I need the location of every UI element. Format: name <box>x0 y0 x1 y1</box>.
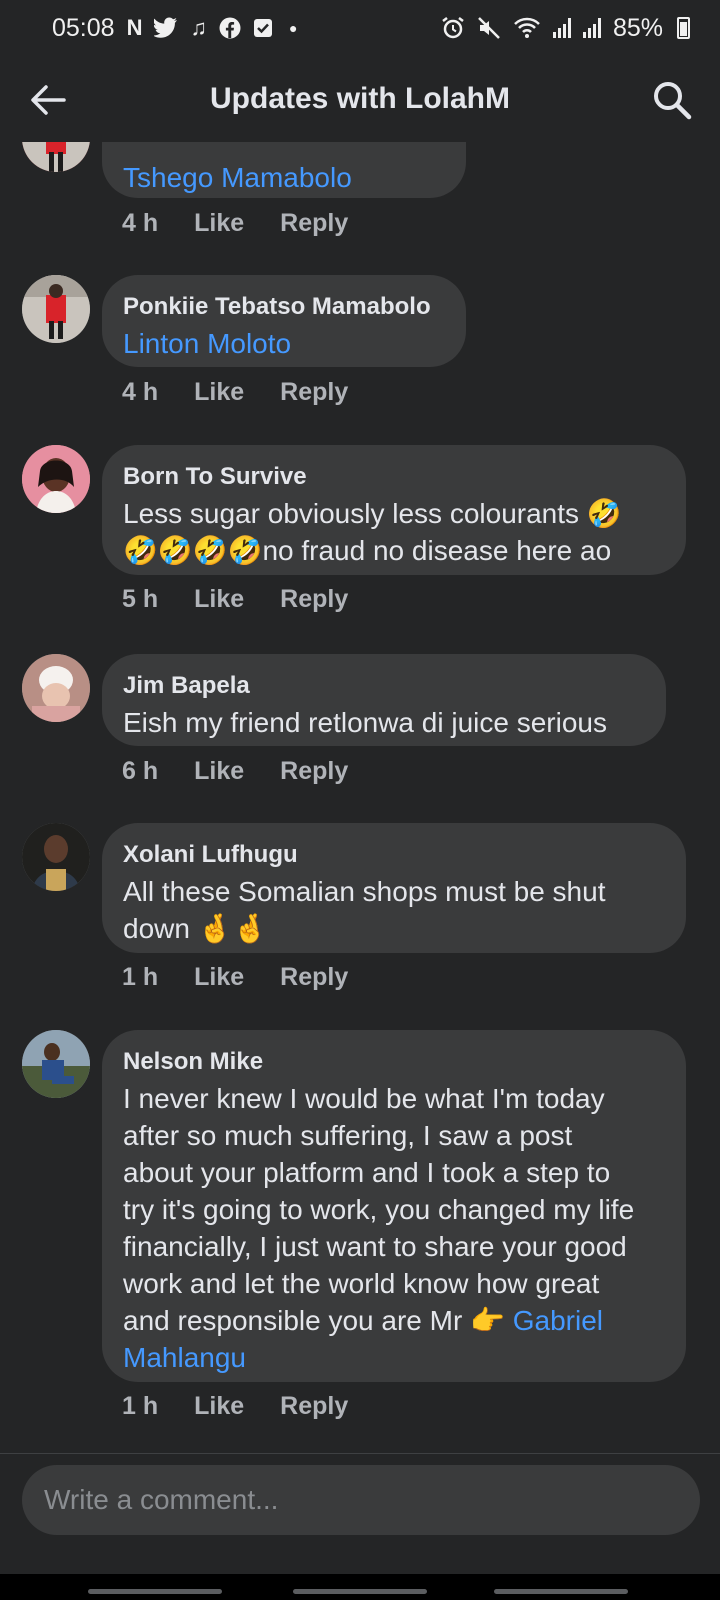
comment-text: Eish my friend retlonwa di juice serious <box>123 707 607 738</box>
battery-icon <box>677 17 690 39</box>
comment-time: 1 h <box>122 1392 159 1420</box>
comment-bubble[interactable]: Jim Bapela Eish my friend retlonwa di ju… <box>102 654 666 746</box>
back-button[interactable] <box>494 1589 628 1594</box>
comment-text: I never knew I would be what I'm today <box>123 1083 605 1114</box>
like-button[interactable]: Like <box>194 209 244 238</box>
mute-icon <box>478 17 500 39</box>
signal-icon <box>552 18 571 38</box>
comment-meta: 5 h Like Reply <box>122 585 348 614</box>
comment-text: about your platform and I took a step to <box>123 1157 611 1188</box>
comment-item: Jim Bapela Eish my friend retlonwa di ju… <box>0 654 720 804</box>
avatar[interactable] <box>22 445 90 513</box>
comment-bubble[interactable]: Tshego Mamabolo <box>102 142 466 198</box>
signal-icon <box>582 18 601 38</box>
status-bar: 05:08 N ♫ ● 85% <box>0 0 720 56</box>
mention-link[interactable]: Linton Moloto <box>123 328 291 359</box>
comment-item: Xolani Lufhugu All these Somalian shops … <box>0 823 720 1013</box>
n-icon: N <box>126 15 143 40</box>
comment-text: All these Somalian shops must be shut <box>123 876 606 907</box>
comment-time: 4 h <box>122 209 159 237</box>
comment-time: 1 h <box>122 963 159 991</box>
comment-bubble[interactable]: Born To Survive Less sugar obviously les… <box>102 445 686 575</box>
comment-time: 4 h <box>122 378 159 406</box>
header-bar: Updates with LolahM <box>0 56 720 142</box>
comment-item: Ponkiie Tebatso Mamabolo Linton Moloto 4… <box>0 275 720 425</box>
comment-text: financially, I just want to share your g… <box>123 1231 627 1262</box>
twitter-icon <box>154 17 178 38</box>
status-left: 05:08 N ♫ ● <box>52 14 297 43</box>
comment-bubble[interactable]: Nelson Mike I never knew I would be what… <box>102 1030 686 1382</box>
dot-icon: ● <box>288 20 298 36</box>
comment-meta: 4 h Like Reply <box>122 378 348 407</box>
reply-button[interactable]: Reply <box>280 1392 348 1421</box>
comment-meta: 1 h Like Reply <box>122 1392 348 1421</box>
recent-apps-button[interactable] <box>88 1589 222 1594</box>
comment-item: Nelson Mike I never knew I would be what… <box>0 1030 720 1450</box>
comment-text: and responsible you are Mr 👉 <box>123 1305 513 1336</box>
like-button[interactable]: Like <box>194 1392 244 1421</box>
comment-bubble[interactable]: Xolani Lufhugu All these Somalian shops … <box>102 823 686 953</box>
comment-text: 🤣🤣🤣🤣no fraud no disease here ao <box>123 535 612 566</box>
reply-button[interactable]: Reply <box>280 209 348 238</box>
avatar[interactable] <box>22 275 90 343</box>
like-button[interactable]: Like <box>194 585 244 614</box>
status-time: 05:08 <box>52 13 115 42</box>
comment-author[interactable]: Ponkiie Tebatso Mamabolo <box>123 289 446 325</box>
comment-item: Born To Survive Less sugar obviously les… <box>0 445 720 635</box>
facebook-icon <box>219 17 241 39</box>
comment-time: 5 h <box>122 585 159 613</box>
comment-composer <box>0 1453 720 1600</box>
comment-list: Tshego Mamabolo 4 h Like Reply Ponkiie T… <box>0 142 720 1482</box>
comment-author[interactable]: Xolani Lufhugu <box>123 837 666 873</box>
comment-input[interactable] <box>22 1465 700 1535</box>
back-arrow-icon[interactable] <box>26 78 70 122</box>
comment-text: try it's going to work, you changed my l… <box>123 1194 635 1225</box>
comment-meta: 1 h Like Reply <box>122 963 348 992</box>
comment-text: down 🤞🤞 <box>123 913 268 944</box>
avatar[interactable] <box>22 1030 90 1098</box>
reply-button[interactable]: Reply <box>280 378 348 407</box>
navigation-bar <box>0 1574 720 1600</box>
like-button[interactable]: Like <box>194 378 244 407</box>
like-button[interactable]: Like <box>194 963 244 992</box>
comment-meta: 6 h Like Reply <box>122 757 348 786</box>
status-right: 85% <box>441 14 690 43</box>
avatar[interactable] <box>22 823 90 891</box>
like-button[interactable]: Like <box>194 757 244 786</box>
comment-author[interactable]: Born To Survive <box>123 459 666 495</box>
mention-link[interactable]: Tshego Mamabolo <box>123 162 352 193</box>
comment-item: Tshego Mamabolo 4 h Like Reply <box>0 142 720 252</box>
alarm-icon <box>442 17 464 39</box>
search-icon[interactable] <box>650 78 694 122</box>
avatar[interactable] <box>22 654 90 722</box>
avatar[interactable] <box>22 142 90 172</box>
comments-screen: 05:08 N ♫ ● 85% Updates with LolahM Tshe… <box>0 0 720 1600</box>
comment-bubble[interactable]: Ponkiie Tebatso Mamabolo Linton Moloto <box>102 275 466 367</box>
comment-author[interactable]: Nelson Mike <box>123 1044 666 1080</box>
comment-author[interactable]: Jim Bapela <box>123 668 646 704</box>
reply-button[interactable]: Reply <box>280 757 348 786</box>
reply-button[interactable]: Reply <box>280 585 348 614</box>
notification-icon: ♫ <box>190 15 207 40</box>
battery-level: 85% <box>612 13 663 42</box>
mention-link[interactable]: Gabriel <box>513 1305 603 1336</box>
home-button[interactable] <box>293 1589 427 1594</box>
mention-link[interactable]: Mahlangu <box>123 1342 246 1373</box>
comment-text: work and let the world know how great <box>123 1268 600 1299</box>
checkbox-icon <box>253 19 272 37</box>
comment-text: Less sugar obviously less colourants 🤣 <box>123 498 622 529</box>
page-title: Updates with LolahM <box>210 82 510 115</box>
reply-button[interactable]: Reply <box>280 963 348 992</box>
comment-time: 6 h <box>122 757 159 785</box>
wifi-icon <box>514 17 540 38</box>
comment-text: after so much suffering, I saw a post <box>123 1120 573 1151</box>
comment-meta: 4 h Like Reply <box>122 209 348 238</box>
